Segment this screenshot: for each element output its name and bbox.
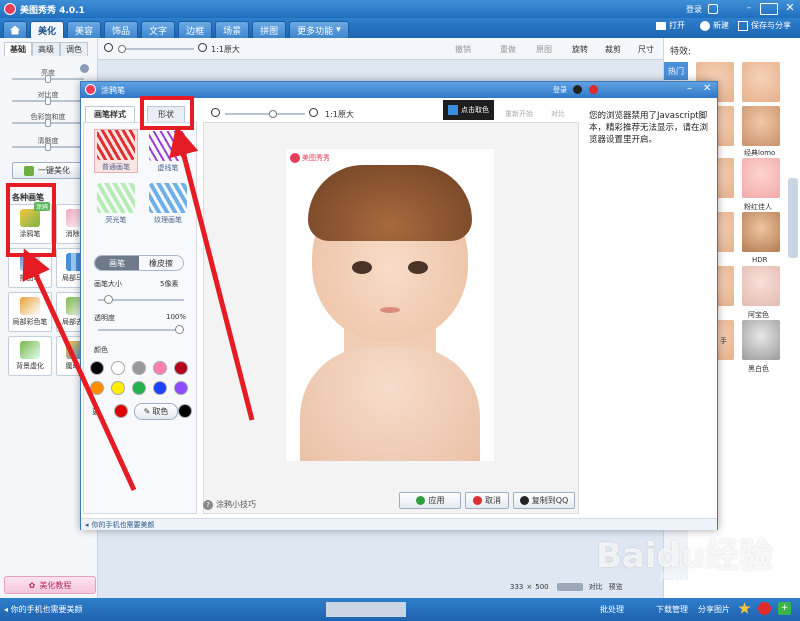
share-image-button[interactable]: 分享图片: [698, 604, 730, 615]
weibo-icon[interactable]: [758, 602, 771, 615]
status-notice-text: 你的手机也需要美颜: [10, 605, 83, 614]
add-icon[interactable]: +: [778, 602, 791, 615]
status-bar: ◂ 你的手机也需要美颜 批处理 下载管理 分享图片 +: [0, 598, 800, 621]
download-manager-button[interactable]: 下载管理: [656, 604, 688, 615]
star-icon[interactable]: [738, 602, 751, 614]
arrow-to-doodle-tool: [22, 248, 137, 492]
baidu-watermark: Baidu经验: [596, 536, 774, 576]
arrow-to-shape-tab: [169, 125, 255, 421]
batch-button[interactable]: 批处理: [600, 604, 624, 615]
status-progress: [326, 602, 406, 617]
status-notice[interactable]: ◂ 你的手机也需要美颜: [4, 604, 83, 615]
baidu-watermark-url: jingyan.baidu.com: [660, 572, 744, 582]
